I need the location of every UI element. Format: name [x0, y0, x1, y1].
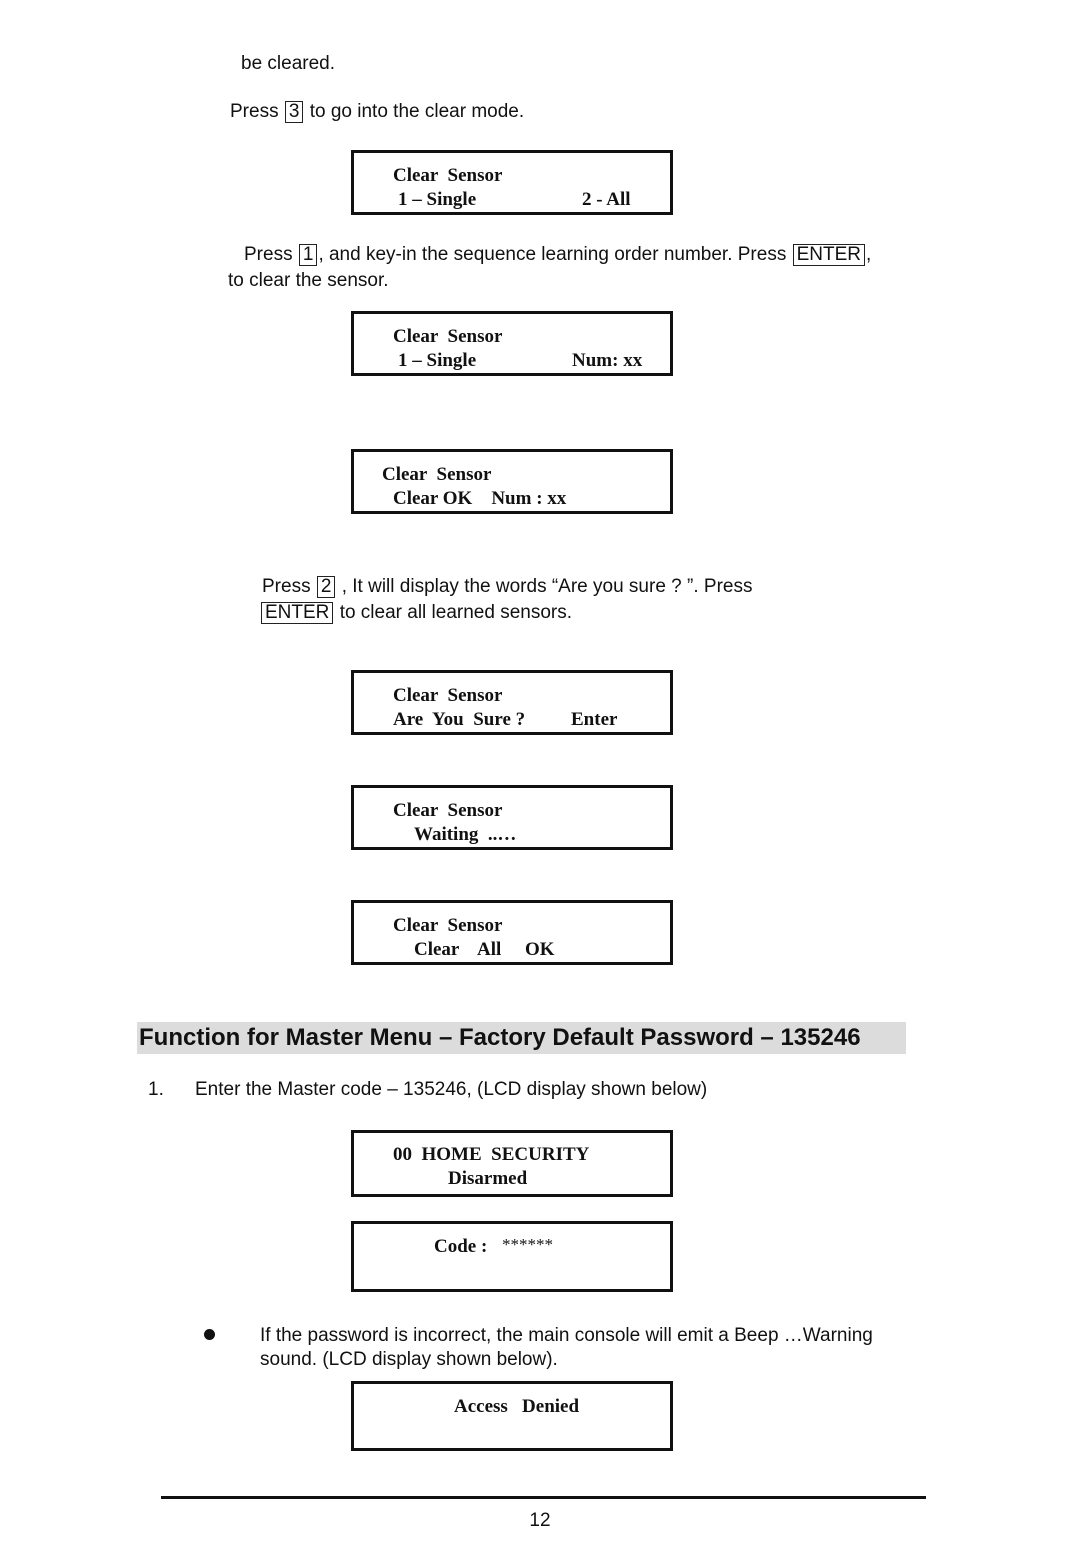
lcd-code-value: ****** [502, 1235, 553, 1254]
instruction-suffix: to go into the clear mode. [309, 101, 525, 122]
key-enter: ENTER [792, 244, 866, 266]
list-item-text: Enter the Master code – 135246, (LCD dis… [195, 1079, 708, 1100]
bullet-dot-icon [204, 1329, 215, 1340]
lcd-line-2: Disarmed [448, 1168, 528, 1189]
lcd-line-2: Waiting ..… [414, 824, 517, 845]
instruction-press-2: Press 2 , It will display the words “Are… [262, 574, 752, 599]
instruction-press-1: Press 1, and key-in the sequence learnin… [244, 242, 871, 267]
list-item-number: 1. [148, 1079, 164, 1100]
bullet-text-line-1: If the password is incorrect, the main c… [260, 1325, 873, 1346]
lcd-line-1: Clear Sensor [393, 165, 503, 186]
instruction-prefix: Press [230, 101, 279, 122]
key-2: 2 [316, 576, 336, 598]
lcd-display-access-denied: Access Denied [351, 1381, 673, 1451]
instruction-prefix: Press [244, 244, 293, 265]
key-1: 1 [298, 244, 318, 266]
lcd-code-label: Code : [434, 1236, 488, 1257]
lcd-line-1: Access Denied [454, 1396, 580, 1417]
lcd-display-clear-ok: Clear Sensor Clear OK Num : xx [351, 449, 673, 514]
lcd-display-waiting: Clear Sensor Waiting ..… [351, 785, 673, 850]
lcd-line-2-right: 2 - All [582, 189, 631, 210]
lcd-display-clear-all-ok: Clear Sensor Clear All OK [351, 900, 673, 965]
lcd-line-2: Clear OK Num : xx [393, 488, 567, 509]
bullet-text-line-2: sound. (LCD display shown below). [260, 1349, 558, 1370]
lcd-line-2-right: Num: xx [572, 350, 643, 371]
instruction-middle: , and key-in the sequence learning order… [318, 244, 787, 265]
lcd-line-2-left: 1 – Single [398, 350, 477, 371]
lcd-display-home-security: 00 HOME SECURITY Disarmed [351, 1130, 673, 1197]
continuation-text: be cleared. [241, 53, 336, 74]
instruction-press-2-line2: ENTER to clear all learned sensors. [261, 600, 572, 625]
instruction-middle: , It will display the words “Are you sur… [341, 576, 753, 597]
lcd-line-1: Clear Sensor [393, 326, 503, 347]
page-number: 12 [529, 1510, 551, 1531]
lcd-line-2-left: Are You Sure ? [393, 709, 526, 730]
lcd-line-2-left: 1 – Single [398, 189, 477, 210]
lcd-line-2-right: Enter [571, 709, 618, 730]
lcd-line-1: 00 HOME SECURITY [393, 1144, 590, 1165]
key-3: 3 [284, 101, 304, 123]
key-enter: ENTER [261, 602, 334, 624]
lcd-display-single: Clear Sensor 1 – Single Num: xx [351, 311, 673, 376]
footer-divider [161, 1496, 926, 1499]
instruction-suffix: to clear all learned sensors. [339, 602, 573, 623]
lcd-line-2: Clear All OK [414, 939, 555, 960]
section-heading: Function for Master Menu – Factory Defau… [137, 1022, 906, 1054]
lcd-display-code: Code : ****** [351, 1221, 673, 1292]
lcd-display-are-you-sure: Clear Sensor Are You Sure ? Enter [351, 670, 673, 735]
instruction-suffix: , [866, 244, 872, 265]
instruction-prefix: Press [262, 576, 311, 597]
lcd-line-1: Clear Sensor [393, 800, 503, 821]
instruction-press-3: Press 3 to go into the clear mode. [230, 99, 524, 124]
instruction-press-1-line2: to clear the sensor. [228, 270, 389, 291]
lcd-line-1: Clear Sensor [393, 685, 503, 706]
lcd-display-clear-menu: Clear Sensor 1 – Single 2 - All [351, 150, 673, 215]
lcd-line-1: Clear Sensor [382, 464, 492, 485]
lcd-line-1: Clear Sensor [393, 915, 503, 936]
